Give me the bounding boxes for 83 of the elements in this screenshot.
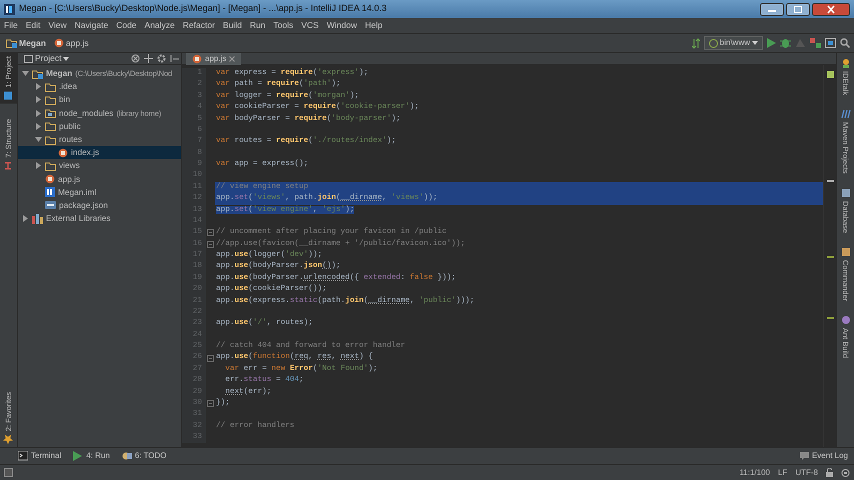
fold-marker-icon[interactable] (207, 240, 214, 248)
menu-item[interactable]: Edit (22, 18, 44, 33)
fold-marker-icon[interactable] (207, 354, 214, 362)
star-icon (4, 434, 14, 444)
module-folder-icon (6, 38, 17, 48)
library-icon (32, 214, 43, 224)
app-logo-icon (4, 4, 15, 14)
tool-window-button[interactable]: Terminal (12, 450, 68, 462)
menu-item[interactable]: Tools (269, 18, 298, 33)
tree-item[interactable]: package.json (18, 198, 181, 212)
folder-icon (45, 94, 56, 105)
menu-item[interactable]: VCS (297, 18, 323, 33)
tool-icon (4, 90, 14, 101)
terminal-icon (18, 451, 28, 461)
run-icon[interactable] (767, 38, 776, 48)
caret-icon (752, 41, 758, 45)
tool-icon (840, 188, 850, 198)
collapsed-arrow-icon (35, 162, 42, 170)
error-stripe-mark (827, 317, 834, 320)
view-dropdown[interactable]: Project (20, 52, 74, 65)
tree-item[interactable]: index.js (18, 146, 181, 160)
menu-item[interactable]: Run (246, 18, 270, 33)
expanded-arrow-icon (35, 136, 42, 144)
menu-item[interactable]: File (0, 18, 22, 33)
menu-item[interactable]: Refactor (178, 18, 219, 33)
tree-item[interactable]: Megan.iml (18, 186, 181, 199)
folder-icon (45, 134, 56, 145)
tree-item[interactable]: routes (18, 132, 181, 146)
expanded-arrow-icon (22, 70, 29, 78)
tool-icon (840, 315, 850, 326)
module-file-icon (45, 187, 55, 198)
menu-item[interactable]: Code (112, 18, 141, 33)
sort-icon[interactable] (692, 38, 700, 48)
analysis-ok-icon (827, 71, 834, 78)
tree-item[interactable]: public (18, 120, 181, 133)
project-view-icon (24, 54, 33, 62)
error-stripe-mark (827, 180, 834, 182)
menu-item[interactable]: Window (322, 18, 361, 33)
tree-item[interactable]: views (18, 159, 181, 172)
module-folder-icon (32, 68, 43, 79)
line-separator[interactable]: LF (778, 466, 788, 478)
search-icon[interactable] (840, 38, 850, 48)
caret-position[interactable]: 11:1/100 (739, 466, 770, 478)
tool-window-button[interactable]: 4: Run (67, 450, 116, 462)
tree-item[interactable]: app.js (18, 172, 181, 186)
fold-marker-icon[interactable] (207, 229, 214, 236)
error-stripe-mark (827, 256, 834, 258)
fold-marker-icon[interactable] (207, 400, 214, 408)
menu-item[interactable]: View (44, 18, 71, 33)
folder-icon (45, 121, 56, 132)
tree-item[interactable]: .idea (18, 80, 181, 94)
tool-window-button[interactable]: 6: TODO (116, 450, 173, 462)
folder-icon (45, 108, 56, 118)
breadcrumb[interactable]: app.js (50, 36, 93, 50)
folder-icon (45, 82, 56, 92)
tree-item[interactable]: External Libraries (18, 212, 181, 226)
maximize-icon[interactable] (786, 2, 810, 16)
lock-icon[interactable] (826, 468, 833, 477)
close-icon[interactable] (812, 2, 850, 16)
caret-icon (63, 56, 70, 60)
run-icon (73, 451, 84, 461)
window-title: Megan - [C:\Users\Bucky\Desktop\Node.js\Megan] - [Megan] - ...\app.js - IntelliJ IDEA 14.0.3 (19, 2, 388, 16)
minimize-icon[interactable] (760, 2, 784, 16)
breadcrumb[interactable]: Megan (2, 36, 50, 50)
tool-icon (840, 58, 850, 68)
menu-item[interactable]: Help (360, 18, 386, 33)
debug-icon[interactable] (780, 38, 791, 48)
collapsed-arrow-icon (22, 215, 29, 222)
menu-item[interactable]: Build (218, 18, 246, 33)
json-file-icon (45, 200, 56, 210)
tool-icon (840, 246, 850, 257)
menu-item[interactable]: Navigate (70, 18, 112, 33)
event-log-icon (800, 452, 809, 460)
editor-tab[interactable]: app.js (186, 53, 242, 65)
file-encoding[interactable]: UTF-8 (795, 466, 818, 478)
folder-icon (45, 160, 56, 171)
tool-window-button[interactable]: Event Log (794, 450, 854, 462)
tool-icon (4, 160, 14, 170)
tree-item[interactable]: bin (18, 93, 181, 107)
menu-item[interactable]: Analyze (140, 18, 179, 33)
tool-icon (840, 109, 850, 120)
collapse-all-icon[interactable] (144, 54, 153, 63)
run-configuration-dropdown[interactable]: bin\www (704, 36, 763, 50)
